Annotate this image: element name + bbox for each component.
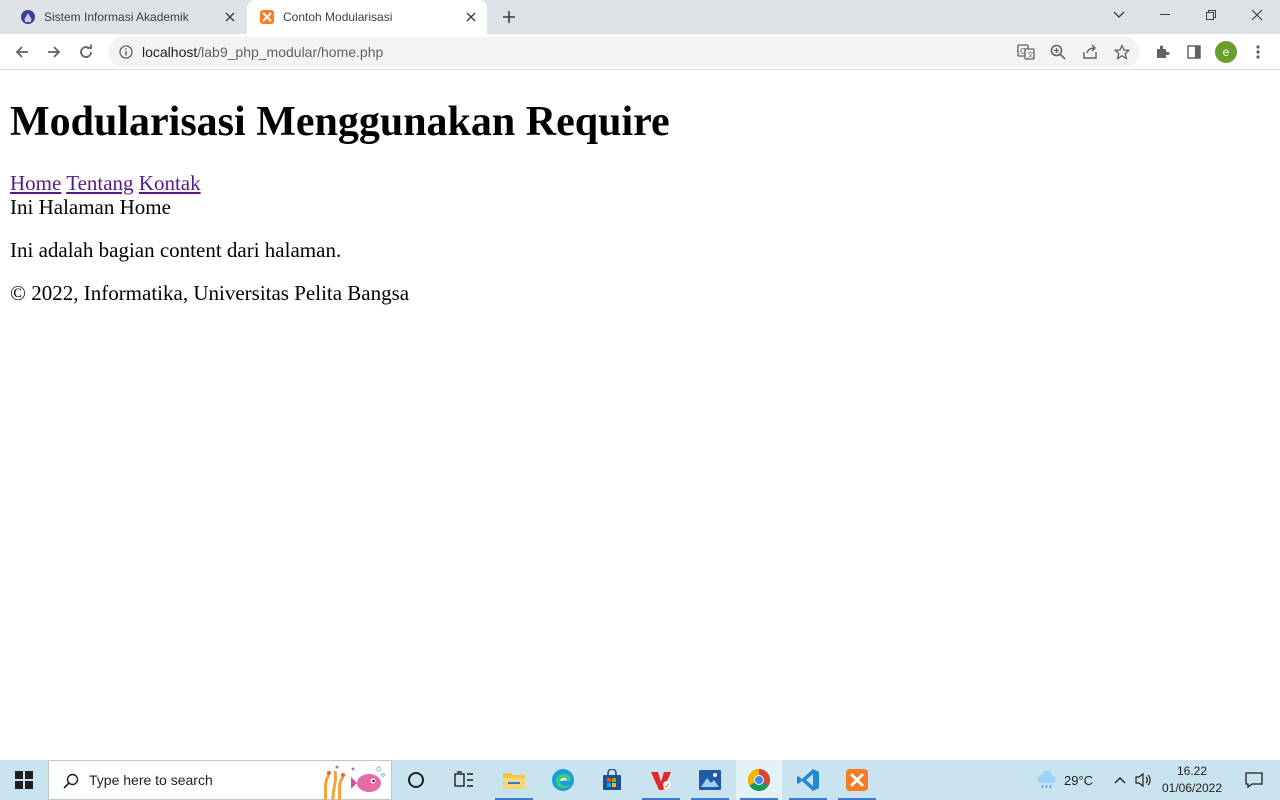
close-icon[interactable]: [463, 9, 479, 25]
section-title: Ini Halaman Home: [10, 195, 171, 219]
info-icon[interactable]: [118, 44, 134, 60]
url-path: /lab9_php_modular/home.php: [197, 44, 384, 60]
search-highlight-illustration: [323, 765, 385, 800]
url-text[interactable]: localhost/lab9_php_modular/home.php: [142, 44, 383, 60]
folder-icon: [503, 773, 525, 789]
page-heading: Modularisasi Menggunakan Require: [10, 99, 670, 145]
weather-widget[interactable]: 29°C: [1036, 760, 1093, 800]
arrow-right-icon: [48, 46, 61, 58]
page-nav: Home Tentang Kontak: [10, 171, 201, 195]
windows-taskbar: Type here to search ✓ 29°C 16.22 01/06/2…: [0, 760, 1280, 800]
extensions-button[interactable]: [1148, 38, 1176, 66]
vivaldi-button[interactable]: ✓: [638, 760, 684, 800]
search-placeholder: Type here to search: [89, 772, 213, 788]
address-bar[interactable]: localhost/lab9_php_modular/home.php G文: [108, 37, 1140, 67]
store-icon: [603, 769, 621, 790]
nav-link-tentang[interactable]: Tentang: [66, 171, 133, 195]
chrome-button[interactable]: [736, 760, 782, 800]
footer-text: © 2022, Informatika, Universitas Pelita …: [10, 281, 410, 305]
clock-time: 16.22: [1176, 764, 1208, 778]
edge-button[interactable]: [540, 760, 586, 800]
notification-icon: [1245, 772, 1263, 789]
side-panel-icon: [1187, 45, 1201, 59]
xampp-icon: [846, 769, 868, 791]
task-view-button[interactable]: [441, 760, 487, 800]
translate-icon[interactable]: G文: [1016, 42, 1036, 62]
bookmark-star-icon[interactable]: [1112, 42, 1132, 62]
chevron-down-icon: [1113, 11, 1125, 18]
clock-date: 01/06/2022: [1161, 781, 1223, 795]
microsoft-store-button[interactable]: [589, 760, 635, 800]
tab-strip: Sistem Informasi Akademik Contoh Modular…: [0, 0, 1280, 34]
svg-text:✓: ✓: [665, 782, 671, 790]
xampp-icon: [259, 9, 275, 25]
task-view-icon: [454, 771, 473, 787]
photos-button[interactable]: [687, 760, 733, 800]
cortana-button[interactable]: [393, 760, 439, 800]
close-window-button[interactable]: [1234, 0, 1280, 30]
reload-button[interactable]: [72, 38, 100, 66]
edge-icon: [552, 769, 574, 791]
university-icon: [20, 9, 36, 25]
taskbar-search[interactable]: Type here to search: [48, 760, 392, 800]
reload-icon: [80, 44, 92, 58]
chrome-icon: [748, 769, 770, 791]
restore-button[interactable]: [1188, 0, 1234, 30]
tab-sistem-informasi-akademik[interactable]: Sistem Informasi Akademik: [8, 0, 246, 34]
side-panel-button[interactable]: [1180, 38, 1208, 66]
close-icon[interactable]: [222, 9, 238, 25]
plus-icon: [503, 11, 515, 23]
xampp-button[interactable]: [834, 760, 880, 800]
file-explorer-button[interactable]: [491, 760, 537, 800]
close-icon: [1251, 9, 1263, 21]
windows-logo-icon: [15, 771, 33, 789]
tab-title: Contoh Modularisasi: [283, 10, 393, 24]
volume-button[interactable]: [1134, 770, 1154, 790]
vscode-button[interactable]: [785, 760, 831, 800]
tab-title: Sistem Informasi Akademik: [44, 10, 189, 24]
content-text: Ini adalah bagian content dari halaman.: [10, 238, 342, 262]
forward-button[interactable]: [40, 38, 68, 66]
vscode-icon: [797, 769, 819, 791]
weather-temperature: 29°C: [1064, 772, 1094, 788]
new-tab-button[interactable]: [499, 7, 519, 27]
arrow-left-icon: [15, 46, 28, 58]
speaker-icon: [1135, 772, 1151, 788]
puzzle-icon: [1157, 45, 1170, 58]
chevron-up-icon: [1114, 777, 1126, 784]
notification-center-button[interactable]: [1234, 760, 1274, 800]
cloud-rain-icon: [1037, 771, 1056, 789]
restore-icon: [1206, 10, 1216, 20]
tray-overflow-button[interactable]: [1110, 770, 1130, 790]
vpn-shield-icon: ✓: [651, 772, 671, 790]
nav-link-home[interactable]: Home: [10, 171, 61, 195]
back-button[interactable]: [8, 38, 36, 66]
search-icon: [61, 771, 81, 791]
menu-button[interactable]: [1244, 38, 1272, 66]
zoom-icon[interactable]: [1048, 42, 1068, 62]
start-button[interactable]: [0, 760, 48, 800]
profile-avatar[interactable]: e: [1215, 41, 1237, 63]
cortana-circle-icon: [408, 772, 424, 788]
minimize-icon: [1160, 14, 1170, 15]
tab-contoh-modularisasi[interactable]: Contoh Modularisasi: [247, 0, 487, 34]
svg-text:文: 文: [1027, 50, 1034, 59]
minimize-button[interactable]: [1142, 0, 1188, 30]
url-host: localhost: [142, 44, 198, 60]
tab-search-button[interactable]: [1096, 0, 1142, 30]
page-viewport: Modularisasi Menggunakan Require Home Te…: [0, 71, 1280, 760]
browser-toolbar: localhost/lab9_php_modular/home.php G文 e: [0, 34, 1280, 70]
photos-icon: [699, 770, 721, 790]
kebab-menu-icon: [1256, 45, 1260, 59]
share-icon[interactable]: [1080, 42, 1100, 62]
taskbar-clock[interactable]: 16.22 01/06/2022: [1160, 763, 1224, 797]
nav-link-kontak[interactable]: Kontak: [139, 171, 201, 195]
